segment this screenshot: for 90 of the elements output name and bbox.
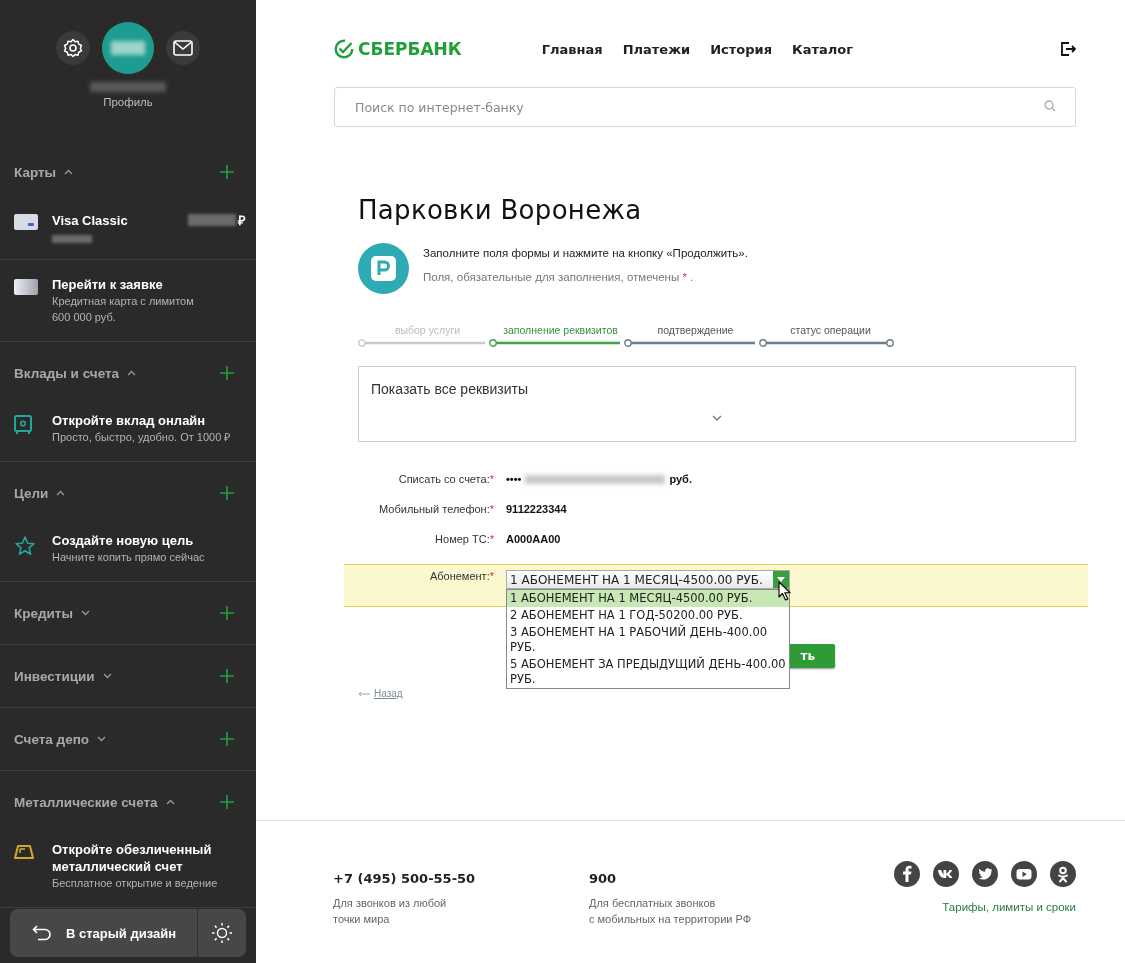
dropdown-option[interactable]: 1 АБОНЕМЕНТ НА 1 МЕСЯЦ-4500.00 РУБ.	[507, 590, 789, 607]
plus-icon[interactable]	[220, 795, 234, 809]
section-title[interactable]: Кредиты	[14, 605, 73, 621]
chevron-icon	[712, 415, 722, 421]
vk-icon[interactable]	[933, 861, 959, 887]
required-note: Поля, обязательные для заполнения, отмечены * .	[423, 271, 695, 283]
chevron-icon	[102, 673, 112, 679]
odnoklassniki-icon[interactable]	[1050, 861, 1076, 887]
chevron-icon	[56, 490, 66, 496]
step-label: подтверждение	[656, 324, 735, 338]
page-title: Парковки Воронежа	[358, 195, 643, 225]
field-label: Мобильный телефон:*	[378, 503, 495, 515]
item-title[interactable]: Откройте вклад онлайн	[52, 412, 206, 429]
field-value: A000AA00	[506, 533, 561, 545]
details-toggle[interactable]: Показать все реквизиты	[371, 381, 1063, 397]
star-icon	[14, 535, 36, 557]
chevron-icon	[64, 169, 74, 175]
item-subtitle: Просто, быстро, удобно. От 1000 ₽	[52, 430, 232, 445]
chevron-icon	[81, 610, 90, 616]
back-link[interactable]: Назад	[374, 688, 403, 699]
item-subtitle: Начните копить прямо сейчас	[52, 550, 206, 565]
chevron-icon	[127, 370, 137, 376]
search-field[interactable]: Поиск по интернет-банку	[334, 87, 1076, 127]
instruction-text: Заполните поля формы и нажмите на кнопку «Продолжить».	[423, 247, 748, 259]
section-title[interactable]: Счета депо	[14, 731, 90, 747]
nav-link[interactable]: Каталог	[792, 41, 853, 57]
card-icon	[14, 279, 38, 295]
subscription-select[interactable]: 1 АБОНЕМЕНТ НА 1 МЕСЯЦ-4500.00 РУБ.	[506, 570, 790, 589]
item-subtitle: Кредитная карта с лимитом 600 000 руб.	[52, 294, 195, 325]
item-title[interactable]: Перейти к заявке	[52, 276, 163, 293]
back-arrow-icon	[32, 925, 52, 941]
step-label: статус операции	[789, 324, 872, 338]
field-value: ••••	[506, 473, 522, 485]
plus-icon[interactable]	[220, 669, 234, 683]
item-title[interactable]: Откройте обезличенный металлический счет	[52, 841, 246, 875]
plus-icon[interactable]	[220, 366, 234, 380]
phone-note: Для звонков из любой точки мира	[333, 896, 448, 927]
item-subtitle: Бесплатное открытие и ведение	[52, 876, 219, 891]
field-label: Списать со счета:*	[397, 473, 495, 485]
nav-link[interactable]: История	[710, 41, 773, 57]
facebook-icon[interactable]	[894, 861, 920, 887]
section-title[interactable]: Металлические счета	[14, 794, 158, 810]
item-title[interactable]: Visa Classic	[52, 211, 128, 229]
logo-icon	[334, 39, 354, 59]
plus-icon[interactable]	[220, 486, 234, 500]
currency-sign: ₽	[238, 212, 246, 229]
card-icon	[14, 214, 38, 230]
mail-button[interactable]	[166, 31, 200, 65]
ingot-icon	[14, 844, 34, 860]
plus-icon[interactable]	[220, 606, 234, 620]
youtube-icon[interactable]	[1011, 861, 1037, 887]
chevron-icon	[97, 736, 107, 742]
left-arrow-icon	[358, 690, 370, 697]
field-label: Номер ТС:*	[434, 533, 495, 545]
field-label: Абонемент:*	[428, 570, 495, 582]
plus-icon[interactable]	[220, 732, 234, 746]
currency-label: руб.	[669, 473, 692, 485]
section-title[interactable]: Цели	[14, 485, 49, 501]
logout-icon[interactable]	[1060, 41, 1076, 57]
settings-icon	[63, 38, 83, 58]
tariffs-link[interactable]: Тарифы, лимиты и сроки	[942, 901, 1076, 913]
sun-icon	[211, 922, 233, 944]
step-label: выбор услуги	[393, 324, 462, 338]
phone-note: Для бесплатных звонков с мобильных на территории РФ	[589, 896, 753, 927]
section-title[interactable]: Инвестиции	[14, 668, 95, 684]
field-value: 9112223344	[506, 503, 567, 515]
dropdown-option[interactable]: 3 АБОНЕМЕНТ НА 1 РАБОЧИЙ ДЕНЬ-400.00 РУБ.	[507, 624, 789, 656]
phone-number[interactable]: +7 (495) 500-55-50	[333, 871, 589, 886]
phone-number[interactable]: 900	[589, 871, 845, 886]
settings-button[interactable]	[56, 31, 90, 65]
nav-link[interactable]: Платежи	[622, 41, 691, 57]
old-design-button[interactable]: В старый дизайн	[10, 909, 198, 957]
chevron-icon	[165, 799, 175, 805]
section-title[interactable]: Вклады и счета	[14, 365, 120, 381]
mail-icon	[173, 40, 193, 56]
blurred-amount	[188, 214, 236, 226]
step-label: заполнение реквизитов	[502, 324, 619, 338]
profile-avatar[interactable]	[102, 22, 154, 74]
safe-icon	[14, 415, 32, 435]
profile-label[interactable]: Профиль	[103, 96, 153, 108]
nav-link[interactable]: Главная	[541, 41, 603, 57]
item-title[interactable]: Создайте новую цель	[52, 532, 194, 549]
dropdown-option[interactable]: 5 АБОНЕМЕНТ ЗА ПРЕДЫДУЩИЙ ДЕНЬ-400.00 РУБ.	[507, 656, 789, 688]
twitter-icon[interactable]	[972, 861, 998, 887]
section-title[interactable]: Карты	[14, 164, 57, 180]
details-panel[interactable]: Показать все реквизиты	[358, 366, 1076, 442]
parking-icon	[358, 243, 409, 294]
dropdown-option[interactable]: 2 АБОНЕМЕНТ НА 1 ГОД-50200.00 РУБ.	[507, 607, 789, 624]
plus-icon[interactable]	[220, 165, 234, 179]
blurred-card-number	[52, 235, 92, 243]
